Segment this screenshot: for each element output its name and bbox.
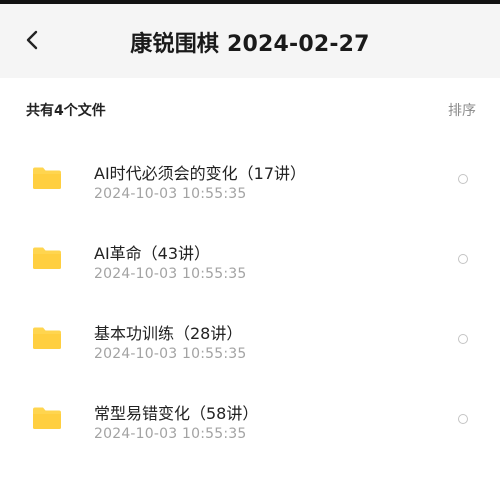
select-radio[interactable] (458, 254, 468, 264)
folder-icon (33, 167, 61, 189)
file-name: AI革命（43讲） (94, 244, 211, 263)
folder-icon (33, 407, 61, 429)
file-name: 基本功训练（28讲） (94, 324, 243, 343)
select-radio[interactable] (458, 334, 468, 344)
sort-button[interactable]: 排序 (448, 100, 476, 120)
file-timestamp: 2024-10-03 10:55:35 (94, 346, 247, 362)
file-item[interactable]: 常型易错变化（58讲） 2024-10-03 10:55:35 (0, 380, 500, 460)
file-timestamp: 2024-10-03 10:55:35 (94, 186, 247, 202)
file-timestamp: 2024-10-03 10:55:35 (94, 266, 247, 282)
file-item[interactable]: AI革命（43讲） 2024-10-03 10:55:35 (0, 220, 500, 300)
file-name: 常型易错变化（58讲） (94, 404, 259, 423)
file-item[interactable]: AI时代必须会的变化（17讲） 2024-10-03 10:55:35 (0, 140, 500, 220)
folder-icon (33, 327, 61, 349)
select-radio[interactable] (458, 414, 468, 424)
file-count-label: 共有4个文件 (26, 103, 106, 119)
file-list-toolbar: 共有4个文件 排序 (0, 78, 500, 138)
file-item[interactable]: 基本功训练（28讲） 2024-10-03 10:55:35 (0, 300, 500, 380)
select-radio[interactable] (458, 174, 468, 184)
folder-icon (33, 247, 61, 269)
page-title: 康锐围棋 2024-02-27 (130, 32, 370, 57)
file-name: AI时代必须会的变化（17讲） (94, 164, 307, 183)
file-list: AI时代必须会的变化（17讲） 2024-10-03 10:55:35 AI革命… (0, 140, 500, 460)
file-timestamp: 2024-10-03 10:55:35 (94, 426, 247, 442)
top-bar: 康锐围棋 2024-02-27 (0, 4, 500, 78)
